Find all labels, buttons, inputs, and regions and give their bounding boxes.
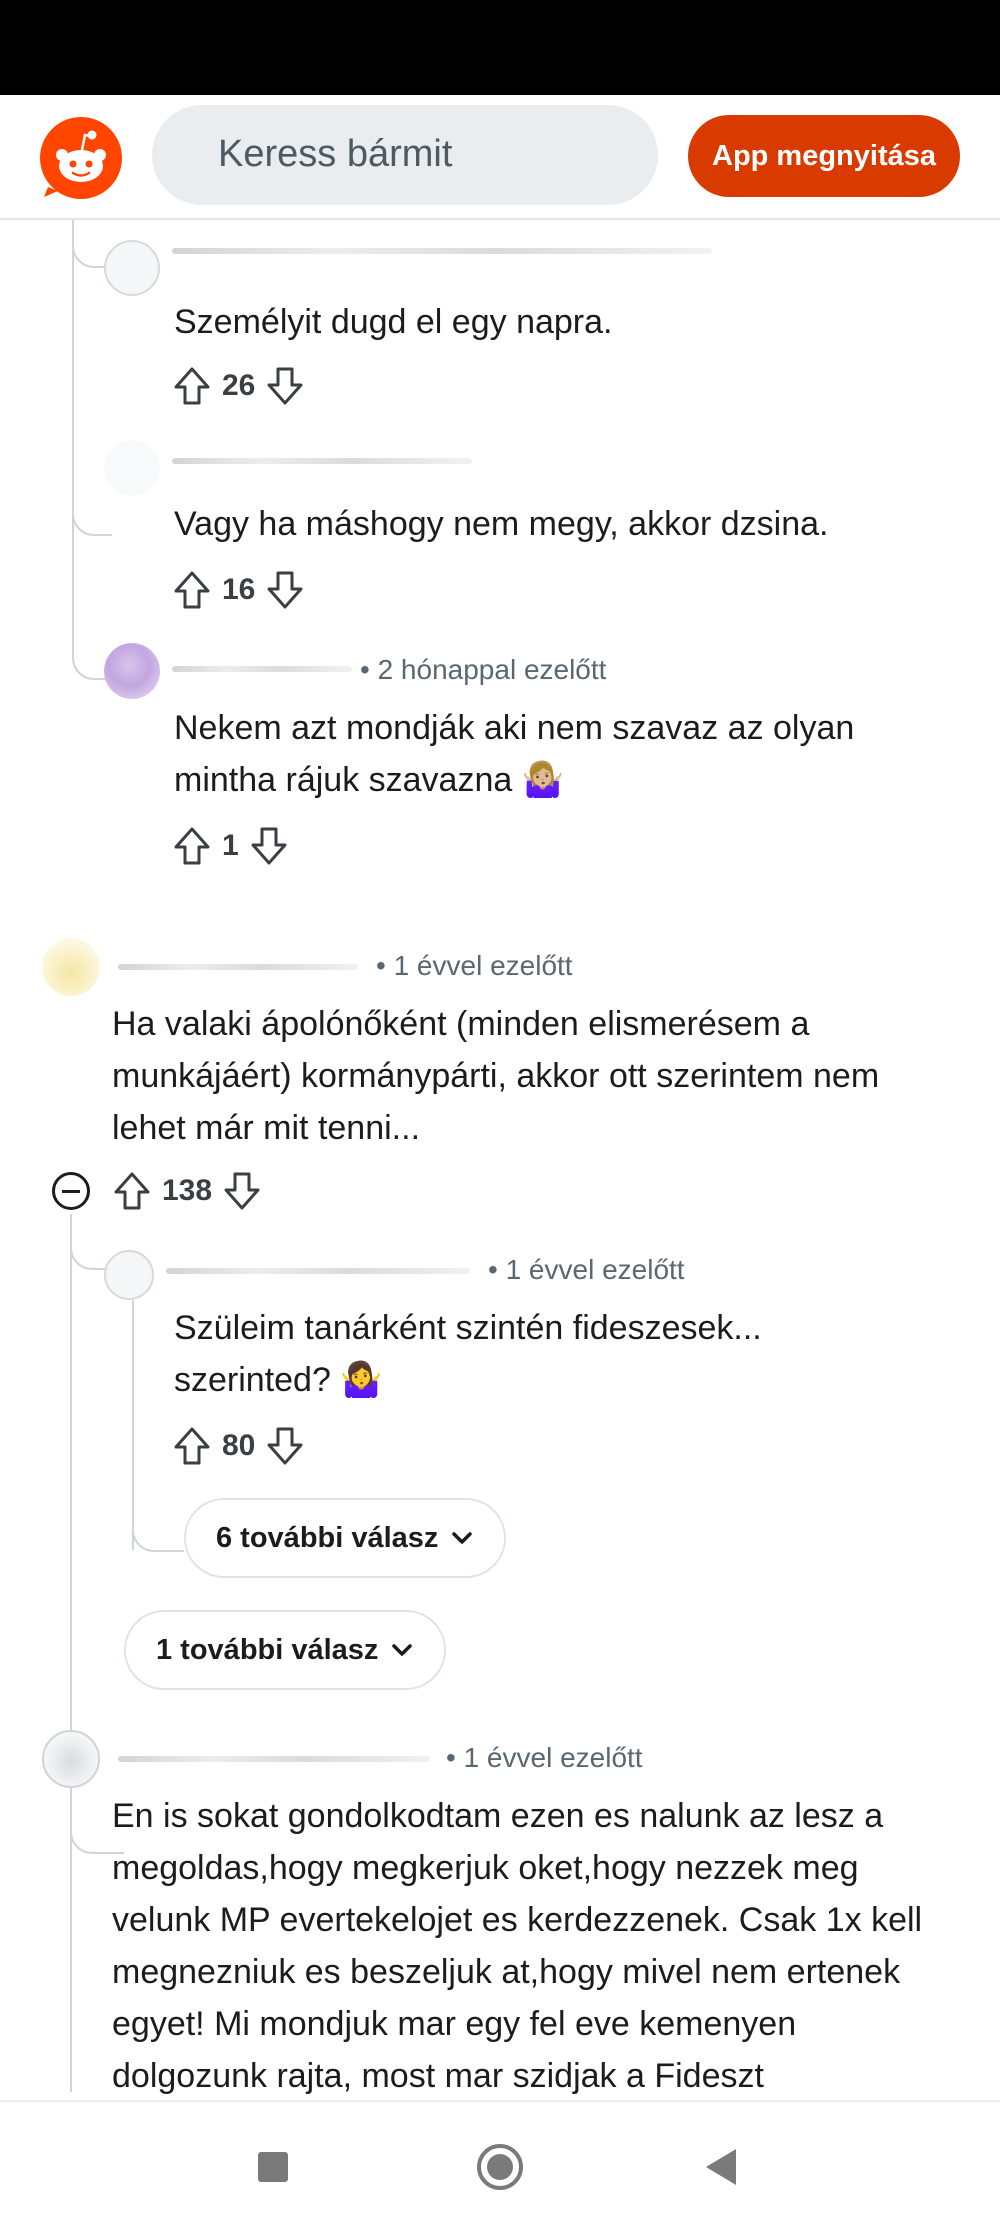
username-redacted[interactable]: [172, 666, 352, 672]
username-redacted[interactable]: [166, 1268, 470, 1274]
avatar[interactable]: [42, 1730, 100, 1788]
comment-line: megnezniuk es beszeljuk at,hogy mivel ne…: [112, 1953, 901, 1991]
thread-line: [70, 1792, 72, 2092]
comment-line: Szüleim tanárként szintén fideszesek...: [174, 1309, 762, 1347]
vote-bar: 138: [112, 1167, 262, 1215]
avatar[interactable]: [104, 440, 160, 496]
downvote-icon[interactable]: [249, 825, 289, 867]
comment-line: dolgozunk rajta, most mar szidjak a Fide…: [112, 2057, 764, 2095]
vote-count: 80: [222, 1429, 256, 1462]
comment-timestamp: • 2 hónappal ezelőtt: [360, 654, 607, 685]
upvote-icon[interactable]: [112, 1170, 152, 1212]
search-input[interactable]: Keress bármit: [152, 105, 658, 205]
recent-apps-icon[interactable]: [258, 2152, 288, 2182]
thread-connector: [72, 500, 112, 536]
comment-line: munkájáért) kormánypárti, akkor ott szer…: [112, 1057, 880, 1095]
downvote-icon[interactable]: [222, 1170, 262, 1212]
status-bar: [0, 0, 1000, 95]
back-icon[interactable]: [706, 2149, 736, 2185]
username-redacted[interactable]: [172, 248, 712, 254]
comment-text: Szüleim tanárként szintén fideszesek... …: [174, 1302, 934, 1406]
comment-line: Ha valaki ápolónőként (minden elismerése…: [112, 1005, 810, 1043]
comment-line: velunk MP evertekelojet es kerdezzenek. …: [112, 1901, 923, 1939]
comment-text: Nekem azt mondják aki nem szavaz az olya…: [174, 702, 934, 806]
downvote-icon[interactable]: [265, 365, 305, 407]
avatar[interactable]: [42, 938, 100, 996]
comment-line: En is sokat gondolkodtam ezen es nalunk …: [112, 1797, 884, 1835]
vote-count: 1: [222, 829, 239, 862]
comment-text: Vagy ha máshogy nem megy, akkor dzsina.: [174, 505, 829, 543]
vote-bar: 26: [172, 362, 305, 410]
thread-connector: [70, 1214, 110, 1270]
downvote-icon[interactable]: [265, 1425, 305, 1467]
more-replies-label: 1 további válasz: [156, 1633, 379, 1666]
thread-connector: [72, 640, 108, 680]
vote-count: 26: [222, 369, 256, 402]
avatar[interactable]: [104, 1250, 154, 1300]
comment-timestamp: • 1 évvel ezelőtt: [446, 1742, 643, 1773]
upvote-icon[interactable]: [172, 365, 212, 407]
home-icon[interactable]: [477, 2144, 523, 2190]
comment-line: szerinted? 🤷‍♀️: [174, 1361, 383, 1399]
avatar[interactable]: [104, 643, 160, 699]
username-redacted[interactable]: [118, 964, 358, 970]
comment-timestamp: • 1 évvel ezelőtt: [488, 1254, 685, 1285]
system-nav-bar: [0, 2100, 1000, 2222]
chevron-down-icon: [392, 1644, 413, 1656]
vote-bar: 1: [172, 822, 289, 870]
comment-line: lehet már mit tenni...: [112, 1109, 421, 1147]
upvote-icon[interactable]: [172, 569, 212, 611]
vote-count: 16: [222, 573, 256, 606]
avatar[interactable]: [104, 240, 160, 296]
username-redacted[interactable]: [172, 458, 472, 464]
vote-bar: 16: [172, 566, 305, 614]
top-bar: Keress bármit App megnyitása: [0, 95, 1000, 220]
more-replies-button[interactable]: 6 további válasz: [184, 1498, 507, 1578]
comment-thread: Személyit dugd el egy napra. 26 Vagy ha …: [0, 220, 1000, 2100]
comment-timestamp: • 1 évvel ezelőtt: [376, 950, 573, 981]
comment-line: mintha rájuk szavazna 🤷🏼‍♀️: [174, 761, 565, 799]
thread-connector: [132, 1500, 184, 1552]
thread-line: [72, 220, 74, 660]
comment-line: egyet! Mi mondjuk mar egy fel eve kemeny…: [112, 2005, 797, 2043]
comment-line: megoldas,hogy megkerjuk oket,hogy nezzek…: [112, 1849, 859, 1887]
comment-line: Nekem azt mondják aki nem szavaz az olya…: [174, 709, 855, 747]
username-redacted[interactable]: [118, 1756, 430, 1762]
more-replies-button[interactable]: 1 további válasz: [124, 1610, 447, 1690]
upvote-icon[interactable]: [172, 1425, 212, 1467]
collapse-thread-button[interactable]: [52, 1172, 90, 1210]
open-app-button[interactable]: App megnyitása: [688, 115, 960, 197]
upvote-icon[interactable]: [172, 825, 212, 867]
vote-bar: 80: [172, 1422, 305, 1470]
chevron-down-icon: [452, 1532, 473, 1544]
comment-text: Ha valaki ápolónőként (minden elismerése…: [112, 998, 962, 1154]
vote-count: 138: [162, 1174, 213, 1207]
search-placeholder: Keress bármit: [218, 133, 453, 175]
downvote-icon[interactable]: [265, 569, 305, 611]
reddit-logo-icon[interactable]: [40, 117, 122, 199]
comment-text: En is sokat gondolkodtam ezen es nalunk …: [112, 1790, 962, 2100]
comment-text: Személyit dugd el egy napra.: [174, 303, 613, 341]
more-replies-label: 6 további válasz: [216, 1521, 439, 1554]
